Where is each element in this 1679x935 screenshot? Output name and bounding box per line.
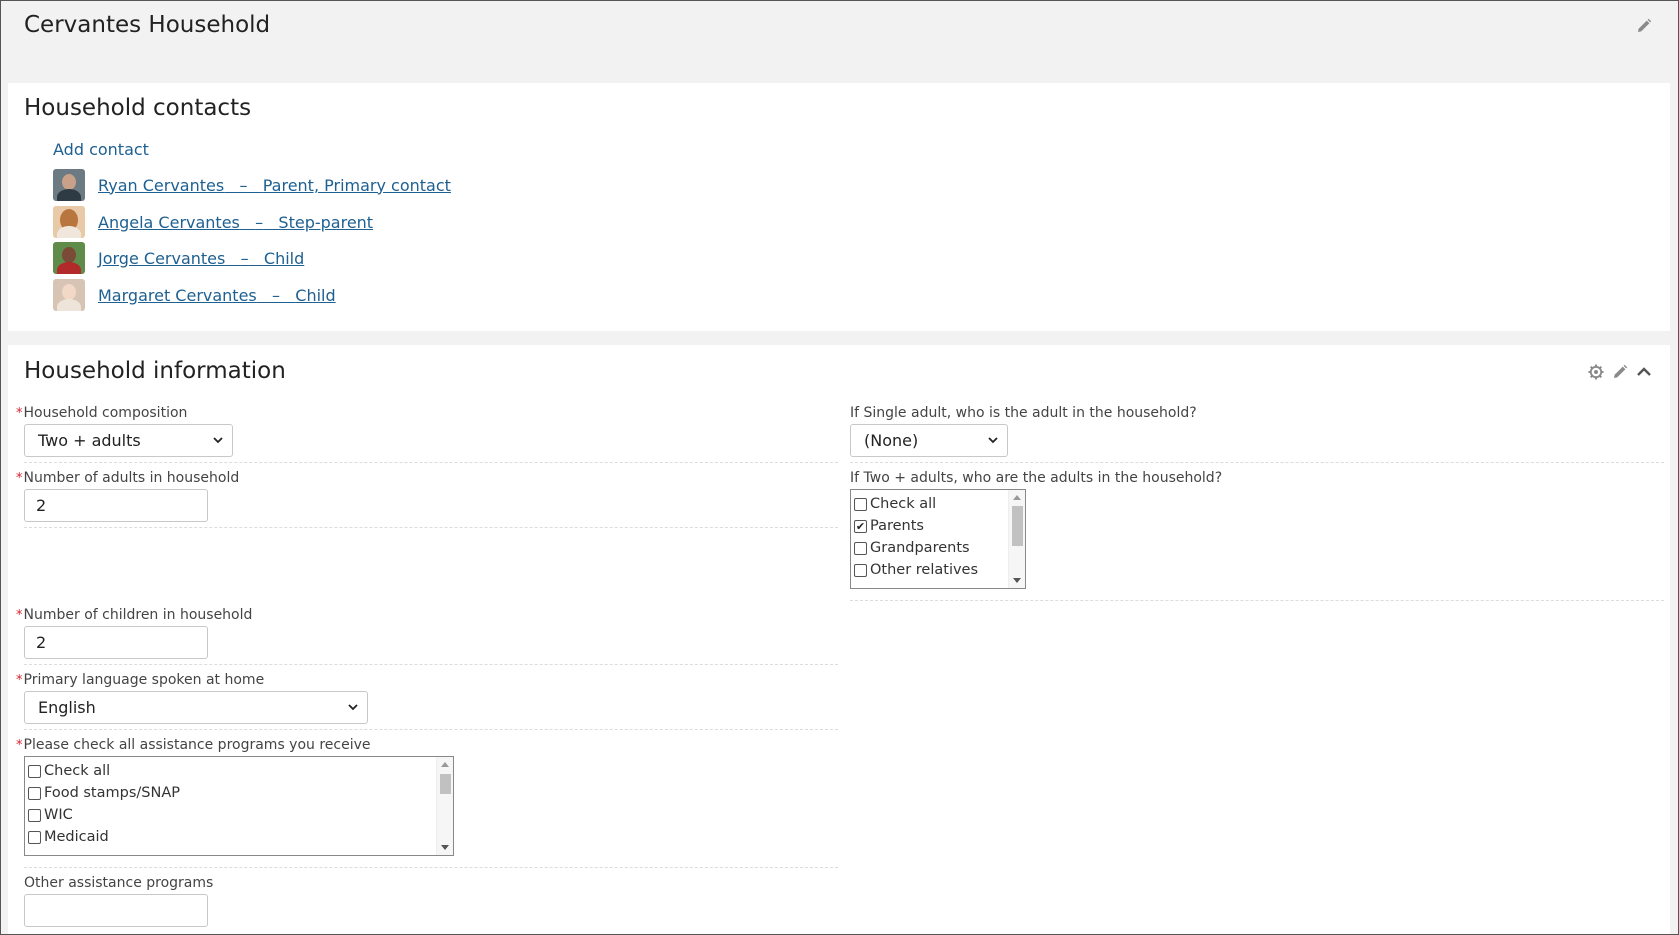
contact-link[interactable]: Margaret Cervantes – Child — [98, 286, 336, 305]
household-information-panel: Household information *Household composi… — [8, 345, 1670, 935]
avatar[interactable] — [53, 279, 85, 311]
divider — [850, 600, 1664, 601]
list-item[interactable]: Check all — [28, 760, 110, 782]
contact-separator: – — [255, 212, 264, 232]
checkbox[interactable] — [28, 830, 41, 844]
avatar[interactable] — [53, 206, 85, 238]
contact-role: Child — [295, 285, 336, 305]
divider — [850, 462, 1664, 463]
single-adult-label: If Single adult, who is the adult in the… — [850, 405, 1197, 421]
contact-row: Ryan Cervantes – Parent, Primary contact — [53, 169, 451, 201]
scroll-down-icon[interactable] — [441, 845, 449, 850]
settings-button[interactable] — [1586, 362, 1606, 382]
avatar[interactable] — [53, 242, 85, 274]
page-title: Cervantes Household — [24, 12, 271, 38]
contacts-panel-title: Household contacts — [24, 95, 252, 121]
contact-name: Jorge Cervantes — [98, 248, 226, 268]
chevron-down-icon — [213, 437, 223, 444]
required-marker: * — [16, 673, 23, 688]
checkbox[interactable] — [28, 808, 41, 822]
contact-separator: – — [272, 285, 281, 305]
checkbox[interactable] — [854, 563, 867, 577]
two-adults-listbox[interactable]: Check all ✔ Parents Grandparents Other re… — [850, 489, 1026, 589]
list-item[interactable]: Grandparents — [854, 537, 970, 559]
contact-name: Angela Cervantes — [98, 212, 240, 232]
divider — [24, 462, 838, 463]
pencil-icon — [1614, 364, 1628, 378]
list-item[interactable]: ✔ Parents — [854, 515, 924, 537]
list-item[interactable]: Check all — [854, 493, 936, 515]
required-marker: * — [16, 608, 23, 623]
list-item[interactable]: Food stamps/SNAP — [28, 782, 180, 804]
primary-language-select[interactable]: English — [24, 691, 368, 724]
contact-link[interactable]: Jorge Cervantes – Child — [98, 249, 304, 268]
scroll-down-icon[interactable] — [1013, 578, 1021, 583]
children-count-label: *Number of children in household — [16, 607, 253, 623]
contact-role: Step-parent — [278, 212, 374, 232]
assistance-programs-label: *Please check all assistance programs yo… — [16, 737, 371, 753]
household-composition-select[interactable]: Two + adults — [24, 424, 233, 457]
scrollbar[interactable] — [436, 757, 453, 855]
other-assistance-label: Other assistance programs — [24, 875, 214, 891]
checkbox[interactable] — [854, 497, 867, 511]
divider — [24, 664, 838, 665]
scroll-up-icon[interactable] — [441, 762, 449, 767]
contact-role: Parent, Primary contact — [262, 175, 451, 195]
contact-name: Margaret Cervantes — [98, 285, 257, 305]
page-header: Cervantes Household — [1, 1, 1678, 81]
required-marker: * — [16, 471, 23, 486]
single-adult-select[interactable]: (None) — [850, 424, 1008, 457]
contact-link[interactable]: Angela Cervantes – Step-parent — [98, 213, 373, 232]
other-assistance-input[interactable] — [24, 894, 208, 927]
two-adults-label: If Two + adults, who are the adults in t… — [850, 470, 1223, 486]
adults-count-input[interactable]: 2 — [24, 489, 208, 522]
list-item[interactable]: Medicaid — [28, 826, 109, 848]
scroll-thumb[interactable] — [440, 774, 451, 794]
contact-role: Child — [263, 248, 305, 268]
household-composition-label: *Household composition — [16, 405, 188, 421]
checkbox[interactable] — [854, 541, 867, 555]
divider — [24, 729, 838, 730]
add-contact-link[interactable]: Add contact — [53, 140, 149, 159]
contact-row: Angela Cervantes – Step-parent — [53, 206, 373, 238]
chevron-down-icon — [348, 704, 358, 711]
gear-icon — [1588, 364, 1604, 380]
required-marker: * — [16, 406, 23, 421]
household-contacts-panel: Household contacts Add contact Ryan Cerv… — [8, 83, 1670, 331]
edit-household-button[interactable] — [1634, 16, 1654, 36]
assistance-programs-listbox[interactable]: Check all Food stamps/SNAP WIC Medicaid — [24, 756, 454, 856]
divider — [24, 527, 838, 528]
divider — [24, 867, 838, 868]
edit-info-button[interactable] — [1610, 362, 1630, 382]
list-item[interactable]: WIC — [28, 804, 73, 826]
checkbox[interactable] — [28, 786, 41, 800]
contact-link[interactable]: Ryan Cervantes – Parent, Primary contact — [98, 176, 451, 195]
contact-separator: – — [240, 248, 249, 268]
list-item[interactable]: Other relatives — [854, 559, 978, 581]
contact-row: Jorge Cervantes – Child — [53, 242, 304, 274]
contact-name: Ryan Cervantes — [98, 175, 225, 195]
scroll-up-icon[interactable] — [1013, 495, 1021, 500]
adults-count-label: *Number of adults in household — [16, 470, 240, 486]
contact-separator: – — [239, 175, 248, 195]
collapse-button[interactable] — [1634, 362, 1654, 382]
contact-row: Margaret Cervantes – Child — [53, 279, 336, 311]
children-count-input[interactable]: 2 — [24, 626, 208, 659]
scrollbar[interactable] — [1008, 490, 1025, 588]
primary-language-label: *Primary language spoken at home — [16, 672, 265, 688]
info-panel-title: Household information — [24, 358, 286, 384]
chevron-up-icon — [1637, 367, 1651, 376]
scroll-thumb[interactable] — [1012, 506, 1023, 546]
checkbox[interactable] — [28, 764, 41, 778]
required-marker: * — [16, 738, 23, 753]
chevron-down-icon — [988, 437, 998, 444]
checkbox-checked[interactable]: ✔ — [854, 519, 867, 533]
avatar[interactable] — [53, 169, 85, 201]
pencil-icon — [1638, 18, 1652, 32]
